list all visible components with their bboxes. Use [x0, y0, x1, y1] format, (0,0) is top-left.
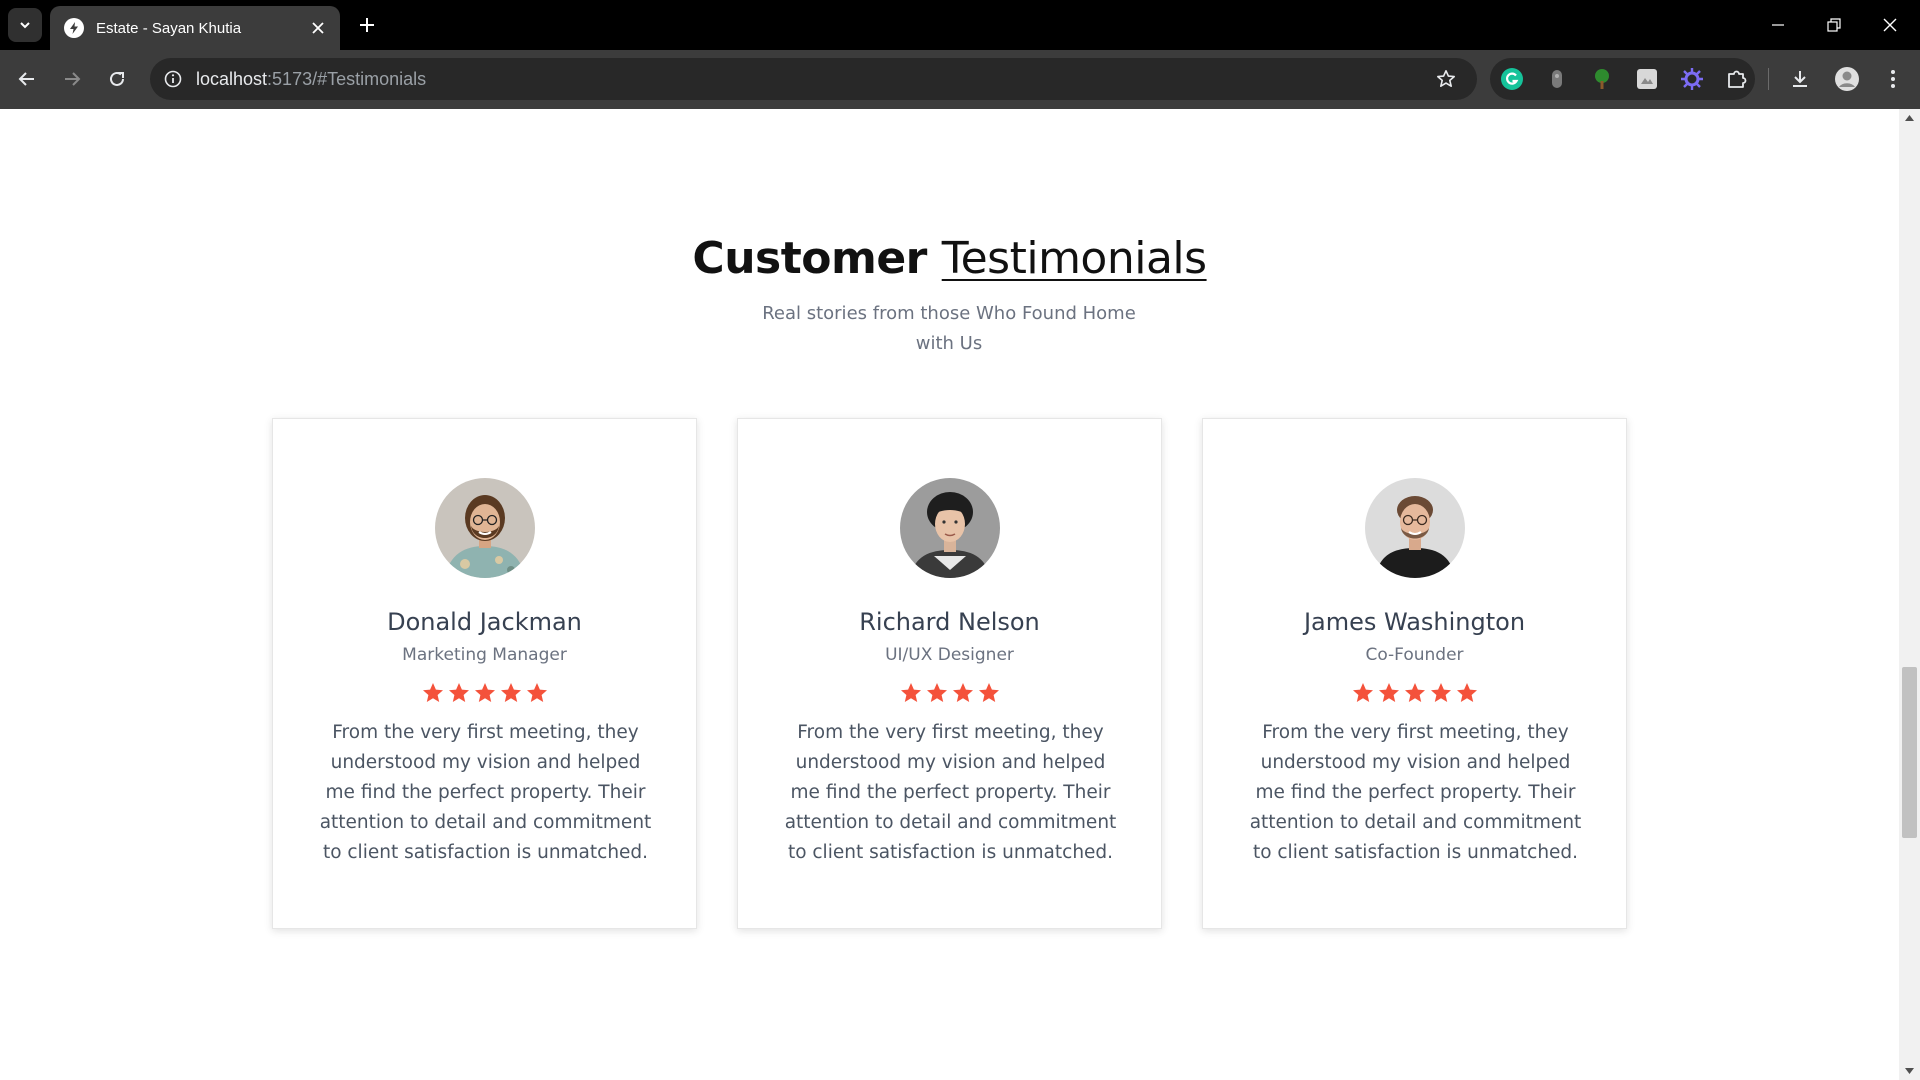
plus-icon — [360, 18, 374, 32]
star-icon — [1404, 683, 1425, 702]
download-button[interactable] — [1783, 62, 1817, 96]
star-icon — [500, 683, 521, 702]
scroll-up-arrow-icon[interactable] — [1899, 109, 1920, 127]
person-role: Co-Founder — [1365, 645, 1464, 665]
extension-icon[interactable] — [1542, 64, 1572, 94]
address-bar[interactable]: localhost:5173/#Testimonials — [150, 58, 1477, 100]
image-extension-icon[interactable] — [1632, 64, 1662, 94]
star-icon — [1352, 683, 1373, 702]
star-icon — [422, 683, 443, 702]
url-path: :5173/#Testimonials — [267, 68, 427, 89]
arrow-right-icon — [65, 72, 81, 86]
info-icon[interactable] — [158, 64, 188, 94]
restore-button[interactable] — [1814, 8, 1854, 42]
star-icon — [1378, 683, 1399, 702]
person-name: Richard Nelson — [859, 608, 1040, 636]
close-icon — [1883, 18, 1897, 32]
star-icon — [926, 683, 947, 702]
avatar — [435, 478, 535, 578]
person-name: Donald Jackman — [387, 608, 582, 636]
testimonial-text: From the very first meeting, they unders… — [784, 722, 1117, 863]
scrollbar-thumb[interactable] — [1902, 667, 1917, 838]
testimonial-text: From the very first meeting, they unders… — [1249, 722, 1582, 863]
browser-toolbar: localhost:5173/#Testimonials — [0, 50, 1920, 109]
minimize-button[interactable] — [1758, 8, 1798, 42]
browser-tab-strip: Estate - Sayan Khutia — [0, 0, 1920, 50]
page-viewport: Customer Testimonials Real stories from … — [0, 109, 1899, 1080]
reload-icon — [110, 71, 124, 86]
star-icon — [448, 683, 469, 702]
chevron-down-icon — [20, 22, 30, 29]
tab-search-button[interactable] — [8, 8, 42, 42]
star-icon — [900, 683, 921, 702]
url-text: localhost:5173/#Testimonials — [196, 69, 1429, 90]
section-title-underlined: Testimonials — [941, 233, 1207, 284]
reload-button[interactable] — [100, 62, 134, 96]
extensions-area — [1490, 58, 1755, 100]
profile-button[interactable] — [1830, 62, 1864, 96]
rating-stars — [738, 681, 1161, 705]
star-icon — [1456, 683, 1477, 702]
restore-icon — [1827, 18, 1841, 32]
section-title-bold: Customer — [692, 233, 927, 284]
close-window-button[interactable] — [1870, 8, 1910, 42]
url-host: localhost — [196, 68, 268, 89]
arrow-left-icon — [18, 72, 34, 86]
bookmark-star-icon[interactable] — [1429, 62, 1463, 96]
section-title: Customer Testimonials — [0, 233, 1899, 284]
puzzle-icon[interactable] — [1722, 64, 1752, 94]
page-scrollbar[interactable] — [1899, 109, 1920, 1080]
download-icon — [1793, 71, 1807, 87]
tree-extension-icon[interactable] — [1587, 64, 1617, 94]
tab-title: Estate - Sayan Khutia — [96, 19, 242, 37]
star-icon — [978, 683, 999, 702]
person-name: James Washington — [1303, 608, 1526, 636]
testimonial-card: Donald Jackman Marketing Manager From th… — [272, 418, 697, 929]
star-icon — [952, 683, 973, 702]
person-role: Marketing Manager — [402, 645, 567, 665]
gear-extension-icon[interactable] — [1677, 64, 1707, 94]
testimonial-card: James Washington Co-Founder From the ver… — [1202, 418, 1627, 929]
minimize-icon — [1772, 24, 1784, 26]
star-icon — [474, 683, 495, 702]
testimonial-card: Richard Nelson UI/UX Designer From the v… — [737, 418, 1162, 929]
avatar-icon — [1835, 67, 1859, 91]
star-icon — [526, 683, 547, 702]
back-button[interactable] — [10, 62, 44, 96]
more-vertical-icon — [1891, 70, 1895, 88]
close-icon[interactable] — [308, 18, 328, 38]
avatar — [900, 478, 1000, 578]
browser-tab-active[interactable]: Estate - Sayan Khutia — [50, 6, 340, 50]
rating-stars — [1203, 681, 1626, 705]
avatar — [1365, 478, 1465, 578]
bolt-icon — [64, 18, 84, 38]
new-tab-button[interactable] — [352, 10, 382, 40]
scroll-down-arrow-icon[interactable] — [1899, 1062, 1920, 1080]
section-subtitle: Real stories from those Who Found Home w… — [762, 303, 1136, 354]
forward-button[interactable] — [55, 62, 89, 96]
star-icon — [1430, 683, 1451, 702]
toolbar-divider — [1768, 68, 1769, 90]
menu-button[interactable] — [1876, 62, 1910, 96]
person-role: UI/UX Designer — [885, 645, 1014, 665]
grammarly-icon[interactable] — [1497, 64, 1527, 94]
testimonial-text: From the very first meeting, they unders… — [319, 722, 652, 863]
rating-stars — [273, 681, 696, 705]
